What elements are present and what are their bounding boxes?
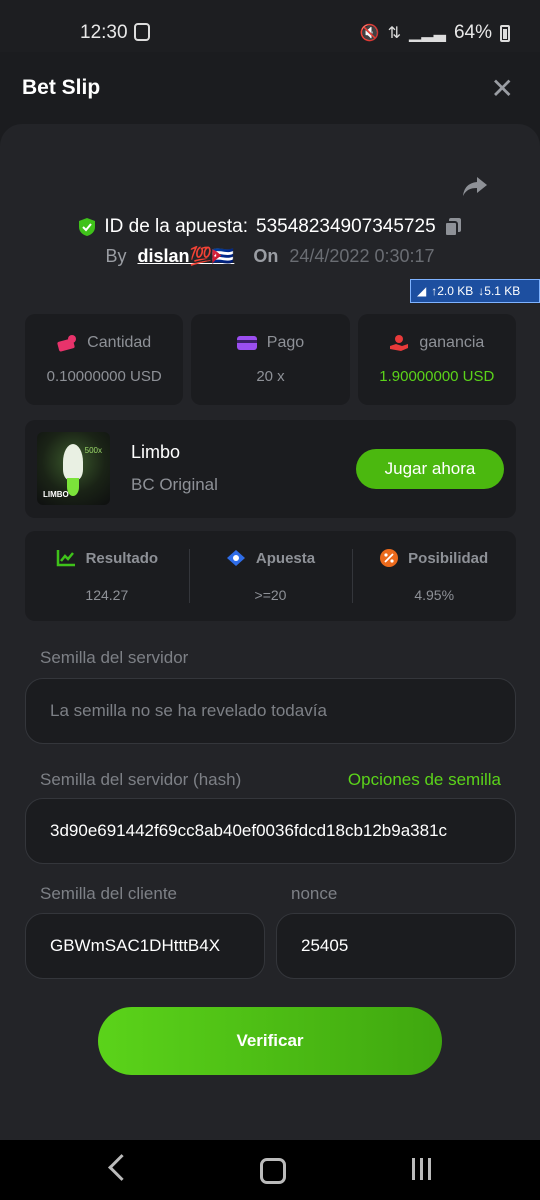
chance-stat: Posibilidad 4.95% [352, 531, 516, 621]
bet-date: 24/4/2022 0:30:17 [289, 246, 435, 266]
mute-icon: 🔇 [359, 25, 380, 42]
ticket-icon [226, 550, 245, 566]
bet-slip-header: Bet Slip ✕ [0, 52, 540, 124]
client-seed-label: Semilla del cliente [40, 884, 178, 903]
bet-id-value: 53548234907345725 [256, 216, 436, 237]
game-provider: BC Original [131, 475, 218, 494]
bet-slip-panel: ID de la apuesta: 53548234907345725 By d… [0, 124, 540, 1140]
summary-cards: Cantidad 0.10000000 USD Pago 20 x gananc… [25, 314, 516, 405]
status-bar: 12:30 🔇 ⇅ ▁▂▃ 64% [0, 0, 540, 52]
sim-card-icon [134, 23, 150, 41]
home-icon[interactable] [260, 1158, 286, 1184]
game-name: Limbo [131, 442, 181, 462]
chance-value: 4.95% [414, 587, 455, 603]
nonce-label: nonce [291, 884, 338, 903]
verify-button[interactable]: Verificar [98, 1007, 442, 1075]
bet-id-row: ID de la apuesta: 53548234907345725 [0, 216, 540, 243]
amount-label: Cantidad [87, 334, 152, 351]
thumb-title: LIMBO [43, 490, 69, 499]
amount-card: Cantidad 0.10000000 USD [25, 314, 184, 405]
system-nav-bar [0, 1140, 540, 1200]
seed-options-link[interactable]: Opciones de semilla [348, 770, 501, 790]
payout-value: 20 x [256, 368, 285, 385]
shield-check-icon [79, 218, 96, 236]
on-label: On [253, 246, 279, 266]
payout-card: Pago 20 x [191, 314, 350, 405]
result-stat: Resultado 124.27 [25, 531, 189, 621]
back-icon[interactable] [108, 1154, 135, 1181]
server-seed-field[interactable]: La semilla no se ha revelado todavía [25, 678, 516, 744]
bet-stat: Apuesta >=20 [188, 531, 353, 621]
status-time: 12:30 [80, 22, 128, 43]
profit-value: 1.90000000 USD [379, 368, 495, 385]
chart-icon [56, 550, 75, 567]
bet-stats: Resultado 124.27 Apuesta >=20 Posibilida… [25, 531, 516, 621]
upload-speed: ↑2.0 KB [431, 284, 474, 298]
copy-icon[interactable] [443, 217, 462, 237]
signal-icon: ▁▂▃ [409, 25, 446, 42]
battery-icon [500, 24, 510, 42]
upload-icon: ◢ [417, 284, 427, 298]
money-icon [57, 335, 77, 352]
result-label: Resultado [85, 549, 159, 567]
page-title: Bet Slip [22, 76, 101, 99]
close-icon[interactable]: ✕ [491, 72, 514, 105]
profit-label: ganancia [419, 334, 485, 351]
card-icon [236, 336, 257, 350]
server-seed-label: Semilla del servidor [40, 648, 189, 667]
nonce-field[interactable]: 25405 [276, 913, 516, 979]
username-link[interactable]: dislan💯🇨🇺 [138, 246, 235, 266]
bet-id-label: ID de la apuesta: [104, 216, 248, 237]
thumb-multiplier: 500x [84, 446, 102, 455]
server-seed-hash-label: Semilla del servidor (hash) [40, 770, 242, 789]
data-transfer-icon: ⇅ [387, 25, 402, 42]
amount-value: 0.10000000 USD [46, 368, 162, 385]
download-speed: ↓5.1 KB [478, 284, 521, 298]
profit-hand-icon [390, 335, 409, 351]
by-label: By [105, 246, 127, 266]
client-seed-field[interactable]: GBWmSAC1DHtttB4X [25, 913, 265, 979]
network-speed-overlay: ◢ ↑2.0 KB ↓5.1 KB [410, 279, 540, 303]
chance-label: Posibilidad [408, 549, 489, 567]
battery-percent: 64% [453, 22, 492, 43]
bet-value: >=20 [254, 587, 287, 603]
play-now-button[interactable]: Jugar ahora [356, 449, 504, 489]
rocket-flame [67, 478, 79, 496]
rocket-icon [63, 444, 83, 480]
profit-card: ganancia 1.90000000 USD [357, 314, 516, 405]
limbo-thumbnail[interactable]: 500x LIMBO [37, 432, 110, 505]
status-icons: 🔇 ⇅ ▁▂▃ 64% [360, 22, 510, 44]
game-card: 500x LIMBO Limbo BC Original Jugar ahora [25, 420, 516, 518]
result-value: 124.27 [85, 587, 129, 603]
payout-label: Pago [266, 334, 305, 351]
bet-label: Apuesta [255, 549, 316, 567]
percent-icon [380, 549, 399, 567]
recent-apps-icon[interactable] [412, 1158, 431, 1180]
server-seed-hash-field[interactable]: 3d90e691442f69cc8ab40ef0036fdcd18cb12b9a… [25, 798, 516, 864]
bet-byline: By dislan💯🇨🇺 On 24/4/2022 0:30:17 [0, 246, 540, 267]
share-icon[interactable] [462, 174, 488, 198]
